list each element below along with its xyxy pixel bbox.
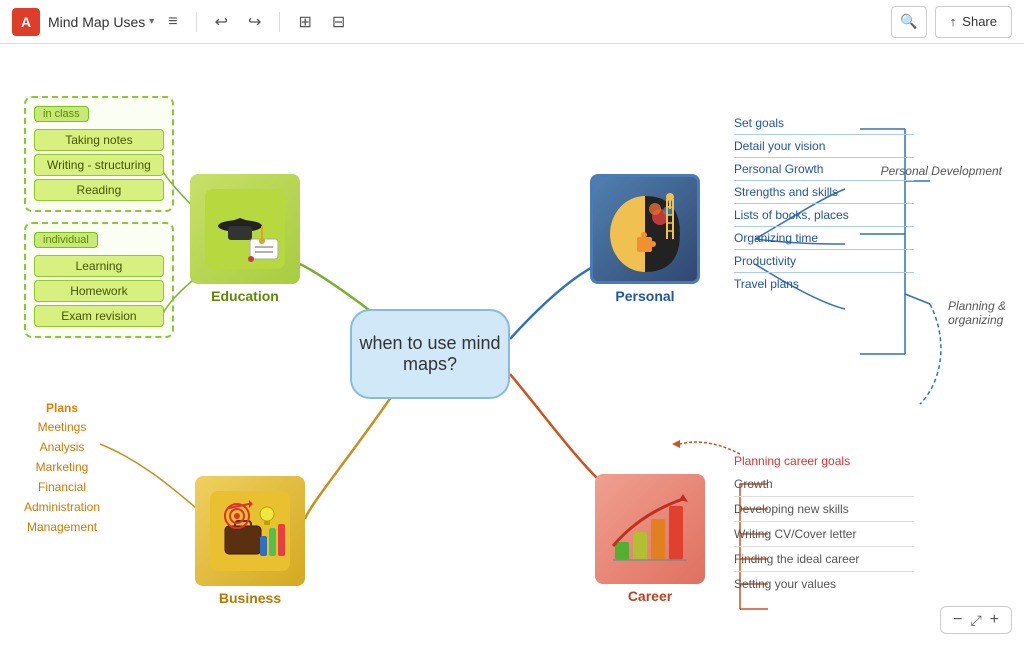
education-node: Education — [190, 174, 300, 304]
insert-button[interactable]: ⊞ — [292, 8, 317, 36]
personal-item-travel: Travel plans — [734, 273, 914, 295]
in-class-label: in class — [34, 106, 89, 122]
career-header: Planning career goals — [734, 452, 914, 472]
chevron-down-icon: ▾ — [149, 16, 154, 27]
education-label: Education — [190, 288, 300, 304]
biz-item-financial: Financial — [24, 477, 100, 497]
app-logo: A — [12, 8, 40, 36]
education-image — [190, 174, 300, 284]
edu-item-exam: Exam revision — [34, 305, 164, 327]
edu-item-reading: Reading — [34, 179, 164, 201]
personal-item-organizing: Organizing time — [734, 227, 914, 250]
biz-item-marketing: Marketing — [24, 457, 100, 477]
personal-item-goals: Set goals — [734, 112, 914, 135]
business-sub-group: Plans Meetings Analysis Marketing Financ… — [24, 399, 100, 537]
career-sub-group: Planning career goals Growth Developing … — [734, 452, 914, 596]
edu-item-writing: Writing - structuring — [34, 154, 164, 176]
personal-item-vision: Detail your vision — [734, 135, 914, 158]
personal-item-growth: Personal Growth — [734, 158, 914, 181]
divider — [196, 12, 197, 32]
career-item-growth: Growth — [734, 472, 914, 497]
search-button[interactable]: 🔍 — [891, 6, 927, 38]
personal-item-strengths: Strengths and skills — [734, 181, 914, 204]
share-icon: ↑ — [950, 14, 957, 29]
individual-group: individual Learning Homework Exam revisi… — [24, 222, 174, 338]
share-button[interactable]: ↑ Share — [935, 6, 1012, 38]
personal-image — [590, 174, 700, 284]
career-label: Career — [595, 588, 705, 604]
edu-item-homework: Homework — [34, 280, 164, 302]
career-item-ideal: Finding the ideal career — [734, 547, 914, 572]
personal-sub-group: Set goals Detail your vision Personal Gr… — [734, 112, 914, 295]
in-class-group: in class Taking notes Writing - structur… — [24, 96, 174, 212]
biz-item-meetings: Meetings — [24, 417, 100, 437]
planning-organizing-label: Planning &organizing — [948, 299, 1006, 327]
business-label: Business — [195, 590, 305, 606]
business-node: Business — [195, 476, 305, 606]
personal-label: Personal — [590, 288, 700, 304]
divider2 — [279, 12, 280, 32]
fit-screen-icon[interactable]: ⤢ — [970, 612, 981, 629]
share-label: Share — [962, 14, 997, 29]
biz-item-management: Management — [24, 517, 100, 537]
personal-item-productivity: Productivity — [734, 250, 914, 273]
individual-label: individual — [34, 232, 98, 248]
personal-item-books: Lists of books, places — [734, 204, 914, 227]
toolbar: A Mind Map Uses ▾ ≡ ↩ ↪ ⊞ ⊟ 🔍 ↑ Share — [0, 0, 1024, 44]
business-image — [195, 476, 305, 586]
toolbar-left: A Mind Map Uses ▾ ≡ ↩ ↪ ⊞ ⊟ — [12, 8, 891, 36]
biz-item-administration: Administration — [24, 497, 100, 517]
edu-item-taking-notes: Taking notes — [34, 129, 164, 151]
education-sub-group: in class Taking notes Writing - structur… — [24, 96, 174, 348]
search-icon: 🔍 — [900, 13, 917, 30]
personal-node: Personal — [590, 174, 700, 304]
redo-button[interactable]: ↪ — [242, 8, 267, 36]
zoom-toolbar: − ⤢ + — [940, 606, 1012, 634]
doc-title[interactable]: Mind Map Uses ▾ — [48, 14, 154, 30]
zoom-out-button[interactable]: − — [949, 611, 966, 629]
menu-button[interactable]: ≡ — [162, 9, 183, 35]
canvas[interactable]: when to use mind maps? Educat — [0, 44, 1024, 646]
undo-button[interactable]: ↩ — [209, 8, 234, 36]
doc-title-text: Mind Map Uses — [48, 14, 145, 30]
career-image — [595, 474, 705, 584]
center-node: when to use mind maps? — [350, 309, 510, 399]
career-item-cv: Writing CV/Cover letter — [734, 522, 914, 547]
business-plans-label: Plans — [24, 399, 100, 417]
toolbar-right: 🔍 ↑ Share — [891, 6, 1012, 38]
career-node: Career — [595, 474, 705, 604]
biz-item-analysis: Analysis — [24, 437, 100, 457]
career-item-values: Setting your values — [734, 572, 914, 596]
zoom-in-button[interactable]: + — [986, 611, 1003, 629]
edu-item-learning: Learning — [34, 255, 164, 277]
layout-button[interactable]: ⊟ — [326, 8, 351, 36]
center-text: when to use mind maps? — [352, 333, 508, 375]
career-item-skills: Developing new skills — [734, 497, 914, 522]
